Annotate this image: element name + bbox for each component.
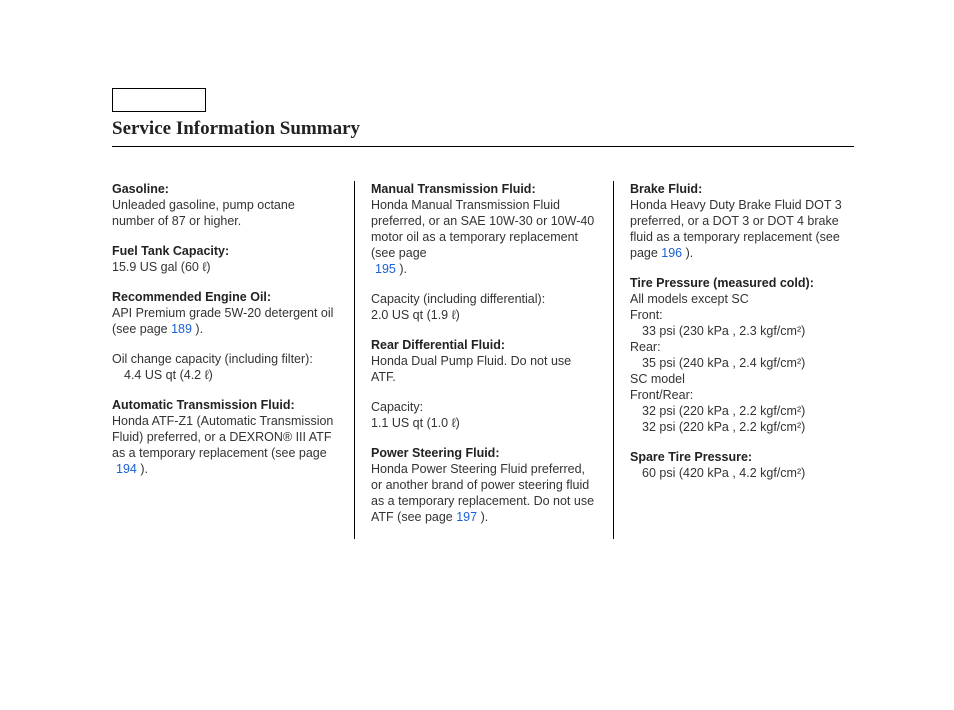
page: Service Information Summary Gasoline: Un… xyxy=(0,0,954,539)
oil-cap-value: 4.4 US qt (4.2 ℓ) xyxy=(112,368,213,382)
oil-text-1: API Premium grade 5W-20 detergent oil (s… xyxy=(112,306,333,336)
mtf-text-2: ). xyxy=(396,262,407,276)
oil-heading: Recommended Engine Oil: xyxy=(112,290,271,304)
oil-block: Recommended Engine Oil: API Premium grad… xyxy=(112,289,336,337)
psf-heading: Power Steering Fluid: xyxy=(371,446,500,460)
content-columns: Gasoline: Unleaded gasoline, pump octane… xyxy=(112,181,854,539)
logo-placeholder xyxy=(112,88,206,112)
psf-text-2: ). xyxy=(477,510,488,524)
mtf-block: Manual Transmission Fluid: Honda Manual … xyxy=(371,181,595,277)
column-3: Brake Fluid: Honda Heavy Duty Brake Flui… xyxy=(613,181,854,539)
mtf-cap-text: Capacity (including differential): xyxy=(371,292,545,306)
rdf-cap-value: 1.1 US qt (1.0 ℓ) xyxy=(371,416,460,430)
rdf-heading: Rear Differential Fluid: xyxy=(371,338,505,352)
atf-block: Automatic Transmission Fluid: Honda ATF-… xyxy=(112,397,336,477)
tp-line-3: 33 psi (230 kPa , 2.3 kgf/cm²) xyxy=(630,324,805,338)
mtf-cap-block: Capacity (including differential): 2.0 U… xyxy=(371,291,595,323)
fuel-block: Fuel Tank Capacity: 15.9 US gal (60 ℓ) xyxy=(112,243,336,275)
fuel-heading: Fuel Tank Capacity: xyxy=(112,244,229,258)
tp-line-5: 35 psi (240 kPa , 2.4 kgf/cm²) xyxy=(630,356,805,370)
rdf-cap-text: Capacity: xyxy=(371,400,423,414)
bf-text-2: ). xyxy=(682,246,693,260)
bf-heading: Brake Fluid: xyxy=(630,182,702,196)
gasoline-heading: Gasoline: xyxy=(112,182,169,196)
tp-heading: Tire Pressure (measured cold): xyxy=(630,276,814,290)
page-link-195[interactable]: 195 xyxy=(371,262,396,276)
sp-value: 60 psi (420 kPa , 4.2 kgf/cm²) xyxy=(630,466,805,480)
oil-text-2: ). xyxy=(192,322,203,336)
column-1: Gasoline: Unleaded gasoline, pump octane… xyxy=(112,181,354,539)
tp-line-4: Rear: xyxy=(630,340,661,354)
tp-line-6: SC model xyxy=(630,372,685,386)
mtf-text-1: Honda Manual Transmission Fluid preferre… xyxy=(371,198,594,260)
gasoline-text: Unleaded gasoline, pump octane number of… xyxy=(112,198,295,228)
tp-line-7: Front/Rear: xyxy=(630,388,693,402)
page-link-197[interactable]: 197 xyxy=(456,510,477,524)
tp-line-1: All models except SC xyxy=(630,292,749,306)
tire-pressure-block: Tire Pressure (measured cold): All model… xyxy=(630,275,854,435)
page-link-194[interactable]: 194 xyxy=(112,462,137,476)
sp-heading: Spare Tire Pressure: xyxy=(630,450,752,464)
atf-text-2: ). xyxy=(137,462,148,476)
brake-fluid-block: Brake Fluid: Honda Heavy Duty Brake Flui… xyxy=(630,181,854,261)
mtf-cap-value: 2.0 US qt (1.9 ℓ) xyxy=(371,308,460,322)
rdf-text: Honda Dual Pump Fluid. Do not use ATF. xyxy=(371,354,571,384)
oil-capacity-block: Oil change capacity (including filter): … xyxy=(112,351,336,383)
page-link-189[interactable]: 189 xyxy=(171,322,192,336)
rdf-block: Rear Differential Fluid: Honda Dual Pump… xyxy=(371,337,595,385)
oil-cap-text: Oil change capacity (including filter): xyxy=(112,352,313,366)
page-link-196[interactable]: 196 xyxy=(661,246,682,260)
atf-heading: Automatic Transmission Fluid: xyxy=(112,398,295,412)
fuel-text: 15.9 US gal (60 ℓ) xyxy=(112,260,211,274)
mtf-heading: Manual Transmission Fluid: xyxy=(371,182,536,196)
gasoline-block: Gasoline: Unleaded gasoline, pump octane… xyxy=(112,181,336,229)
psf-block: Power Steering Fluid: Honda Power Steeri… xyxy=(371,445,595,525)
atf-text-1: Honda ATF-Z1 (Automatic Transmission Flu… xyxy=(112,414,333,460)
column-2: Manual Transmission Fluid: Honda Manual … xyxy=(354,181,613,539)
rdf-cap-block: Capacity: 1.1 US qt (1.0 ℓ) xyxy=(371,399,595,431)
tp-line-8: 32 psi (220 kPa , 2.2 kgf/cm²) xyxy=(630,404,805,418)
tp-line-2: Front: xyxy=(630,308,663,322)
spare-tire-block: Spare Tire Pressure: 60 psi (420 kPa , 4… xyxy=(630,449,854,481)
tp-line-9: 32 psi (220 kPa , 2.2 kgf/cm²) xyxy=(630,420,805,434)
page-title: Service Information Summary xyxy=(112,118,854,147)
